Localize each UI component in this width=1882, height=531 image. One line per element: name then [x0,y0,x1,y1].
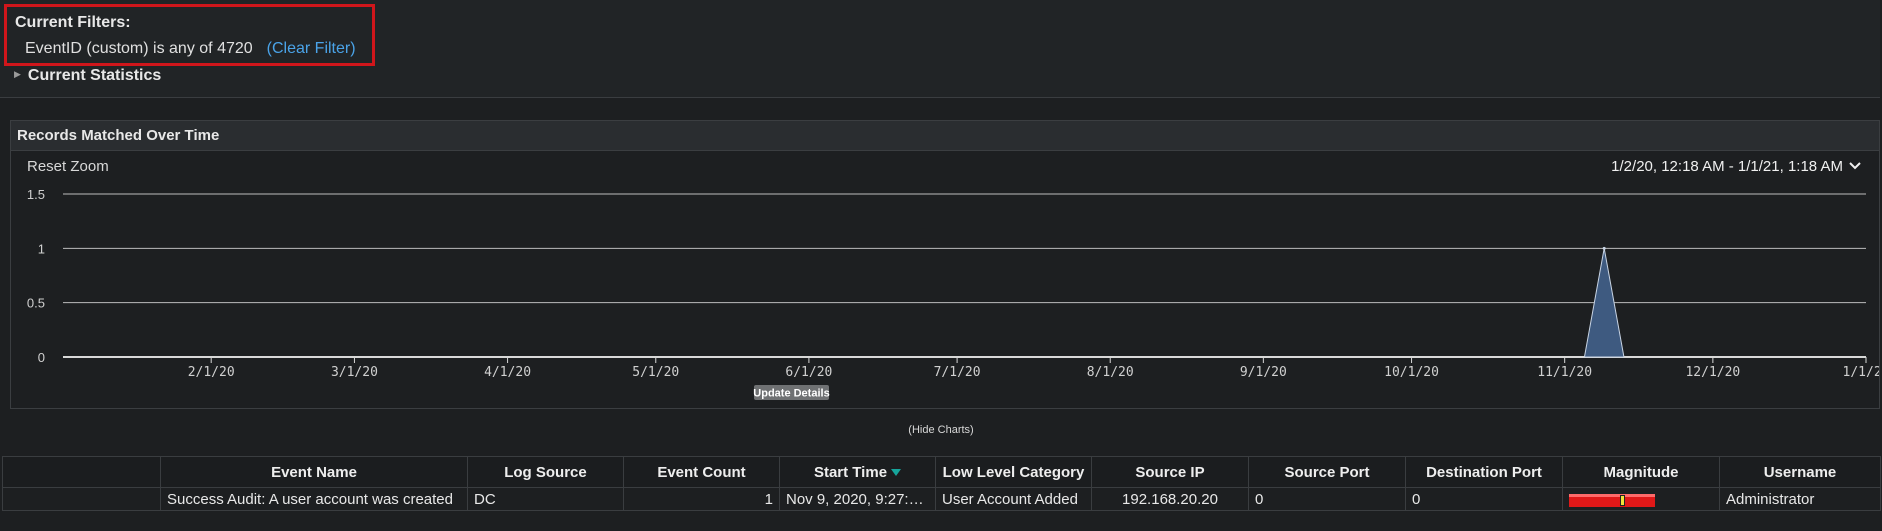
column-header-start-time[interactable]: Start Time [779,456,936,488]
current-statistics-title: Current Statistics [27,67,162,84]
x-tick-label: 5/1/20 [632,365,679,380]
column-header-event-name[interactable]: Event Name [160,456,468,488]
cell-magnitude [1562,487,1720,511]
cell-source-port: 0 [1248,487,1406,511]
magnitude-marker [1620,494,1625,506]
magnitude-bar [1569,493,1655,507]
current-filters-title: Current Filters: [15,14,131,31]
column-header-select[interactable] [2,456,161,488]
sort-descending-icon [891,468,902,476]
x-tick-label: 7/1/20 [934,365,981,380]
table-header-row: Event Name Log Source Event Count Start … [2,456,1881,488]
cell-low-level-category: User Account Added [935,487,1092,511]
column-header-magnitude[interactable]: Magnitude [1562,456,1720,488]
x-tick-label: 3/1/20 [331,365,378,380]
column-header-username[interactable]: Username [1719,456,1881,488]
table-row[interactable]: Success Audit: A user account was create… [2,487,1881,511]
magnitude-bar-highlight [1569,493,1655,497]
x-tick-label: 2/1/20 [188,365,235,380]
x-tick-label: 8/1/20 [1087,365,1134,380]
cell-log-source: DC [467,487,624,511]
current-filters-box: Current Filters: EventID (custom) is any… [4,4,375,66]
cell-start-time: Nov 9, 2020, 9:27:2… [779,487,936,511]
cell-username: Administrator [1719,487,1881,511]
cell-event-name: Success Audit: A user account was create… [160,487,468,511]
clear-filter-link[interactable]: (Clear Filter) [267,40,356,57]
data-point [1602,246,1606,250]
column-header-event-count[interactable]: Event Count [623,456,780,488]
cell-source-ip: 192.168.20.20 [1091,487,1249,511]
cell-event-count: 1 [623,487,780,511]
column-header-source-port[interactable]: Source Port [1248,456,1406,488]
expand-arrow-icon: ▶ [14,69,21,79]
y-tick-label: 0.5 [27,296,45,311]
x-tick-label: 1/1/21 [1843,365,1879,380]
filter-panel: Current Filters: EventID (custom) is any… [0,0,1880,98]
cell-select[interactable] [2,487,161,511]
y-tick-label: 1 [38,241,45,256]
records-over-time-chart[interactable]: 1.5 1 0.5 0 2/1/20 3/1/20 4/1/20 5/1/20 6/1/20 7/… [11,121,1879,408]
events-table: Event Name Log Source Event Count Start … [2,456,1881,511]
x-tick-label: 10/1/20 [1384,365,1439,380]
column-header-low-level-category[interactable]: Low Level Category [935,456,1092,488]
column-header-log-source[interactable]: Log Source [467,456,624,488]
column-header-source-ip[interactable]: Source IP [1091,456,1249,488]
current-statistics-toggle[interactable]: ▶ Current Statistics [14,67,161,85]
x-tick-label: 12/1/20 [1685,365,1740,380]
y-tick-label: 0 [38,350,45,365]
records-chart-panel: Records Matched Over Time Reset Zoom 1/2… [10,120,1880,409]
x-tick-label: 6/1/20 [785,365,832,380]
x-tick-label: 11/1/20 [1537,365,1592,380]
hide-charts-link[interactable]: (Hide Charts) [0,424,1882,436]
x-tick-label: 9/1/20 [1240,365,1287,380]
start-time-header-label: Start Time [813,463,888,481]
filter-item: EventID (custom) is any of 4720 (Clear Fi… [25,40,356,58]
column-header-destination-port[interactable]: Destination Port [1405,456,1563,488]
y-tick-label: 1.5 [27,187,45,202]
update-details-button[interactable]: Update Details [753,385,830,400]
cell-destination-port: 0 [1405,487,1563,511]
update-details-label: Update Details [753,388,829,400]
x-tick-label: 4/1/20 [484,365,531,380]
filter-text: EventID (custom) is any of 4720 [25,40,253,57]
